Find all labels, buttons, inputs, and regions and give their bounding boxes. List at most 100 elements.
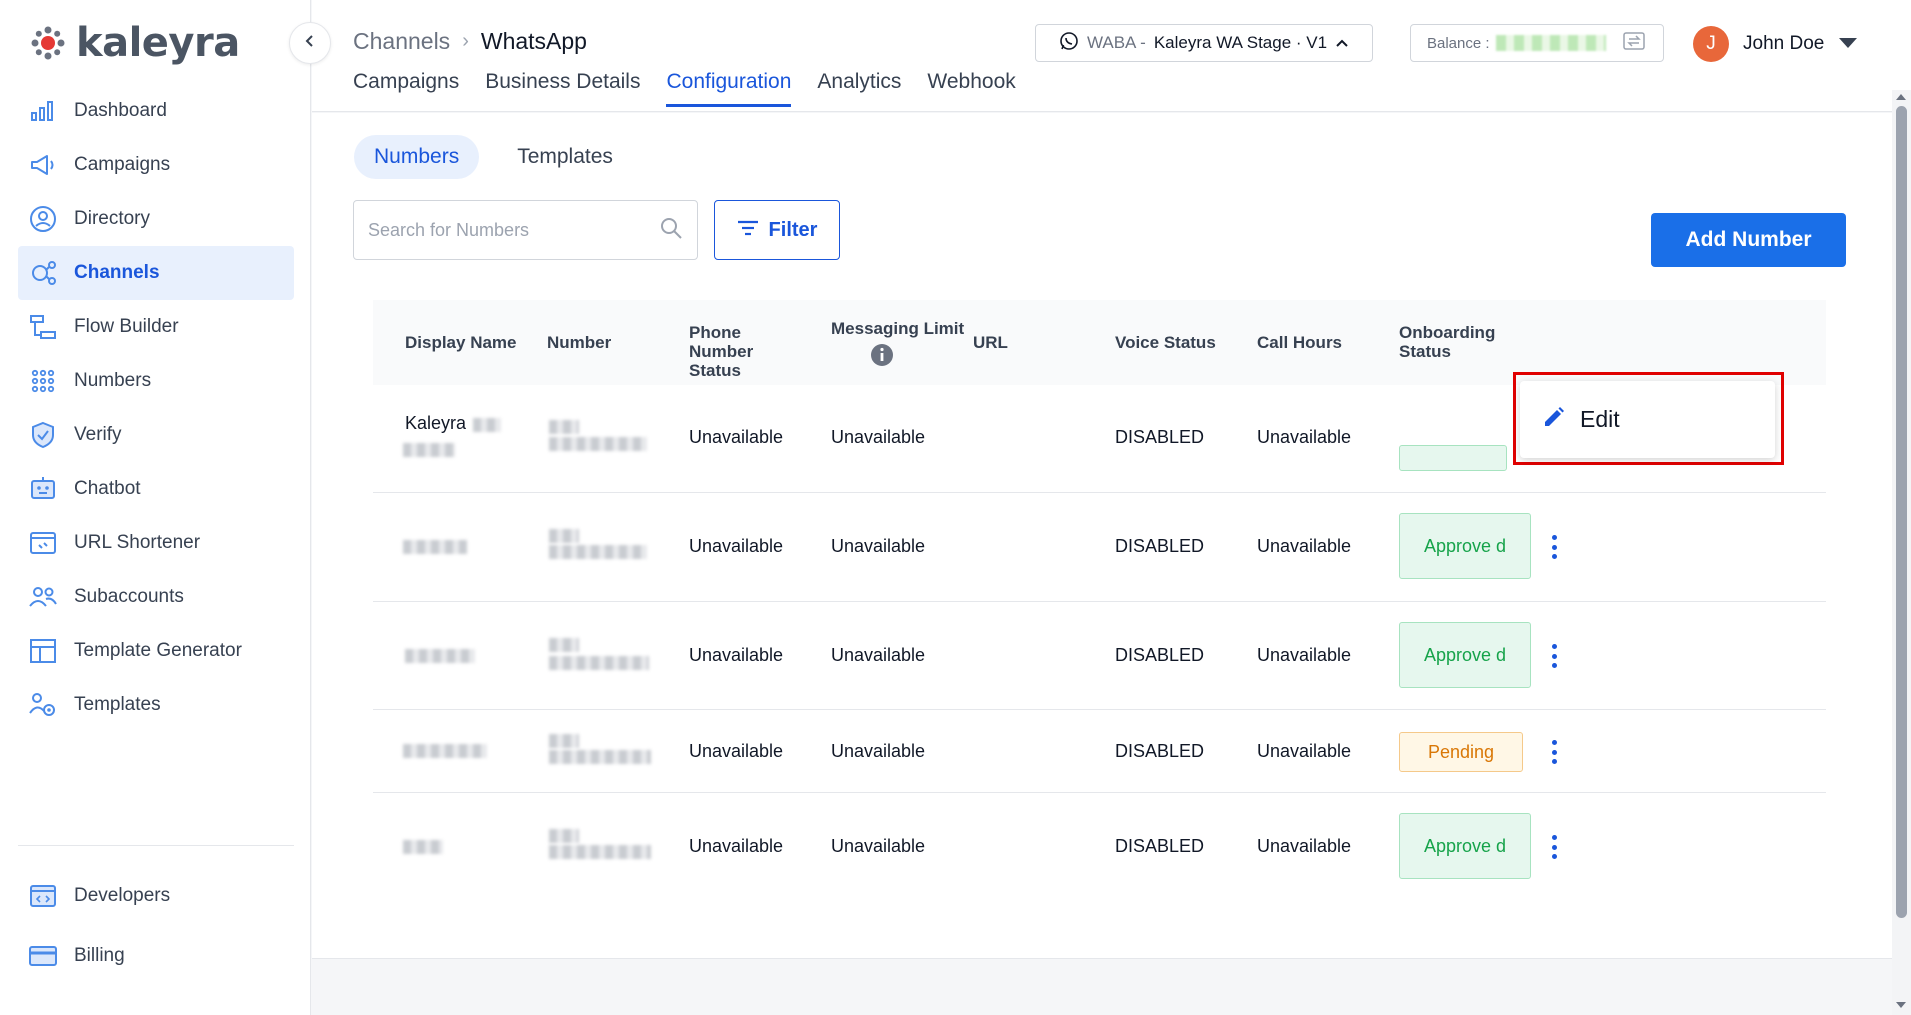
- number-redacted: [549, 750, 651, 764]
- scroll-up-icon[interactable]: [1896, 94, 1906, 100]
- number-redacted: [549, 829, 579, 843]
- chevron-right-icon: ›: [462, 30, 469, 52]
- user-menu[interactable]: J John Doe: [1693, 26, 1858, 62]
- sidebar-item-label: Numbers: [74, 370, 152, 391]
- phone-status: Unavailable: [689, 645, 784, 665]
- row-actions-kebab-icon[interactable]: [1544, 832, 1564, 862]
- display-name-redacted: [403, 540, 467, 554]
- tab-configuration[interactable]: Configuration: [666, 70, 792, 107]
- sidebar: kaleyra Dashboard Campaigns Directory Ch…: [0, 0, 311, 1015]
- template-settings-icon: [28, 690, 58, 720]
- tab-campaigns[interactable]: Campaigns: [353, 70, 459, 107]
- refresh-balance-icon[interactable]: [1622, 30, 1646, 56]
- top-header: Channels › WhatsApp Campaigns Business D…: [312, 0, 1911, 112]
- search-icon[interactable]: [659, 216, 683, 245]
- edit-menu-item[interactable]: Edit: [1580, 406, 1620, 433]
- voice-status: DISABLED: [1115, 536, 1205, 556]
- collapse-sidebar-button[interactable]: [289, 22, 331, 64]
- balance-value-redacted: [1495, 35, 1606, 51]
- waba-selector[interactable]: WABA - Kaleyra WA Stage · V1: [1035, 24, 1373, 62]
- row-actions-kebab-icon[interactable]: [1544, 641, 1564, 671]
- tab-business-details[interactable]: Business Details: [485, 70, 640, 107]
- add-number-button[interactable]: Add Number: [1651, 213, 1846, 267]
- sidebar-item-label: Developers: [74, 885, 171, 906]
- sidebar-item-label: URL Shortener: [74, 532, 201, 553]
- sidebar-item-dashboard[interactable]: Dashboard: [18, 84, 294, 138]
- scroll-down-icon[interactable]: [1896, 1002, 1906, 1008]
- sidebar-item-directory[interactable]: Directory: [18, 192, 294, 246]
- row-context-menu: Edit: [1520, 381, 1775, 458]
- search-input[interactable]: [368, 219, 648, 241]
- breadcrumb-current: WhatsApp: [480, 28, 587, 54]
- chevron-left-icon: [303, 34, 317, 53]
- link-icon: [28, 528, 58, 558]
- tab-analytics[interactable]: Analytics: [817, 70, 901, 107]
- column-header-phone-status: Phone Number Status: [689, 323, 754, 380]
- sidebar-item-label: Chatbot: [74, 478, 141, 499]
- filter-button[interactable]: Filter: [714, 200, 840, 260]
- sidebar-nav: Dashboard Campaigns Directory Channels F…: [18, 84, 294, 732]
- status-badge: Approve d: [1399, 622, 1531, 688]
- status-badge: Approve d: [1399, 813, 1531, 879]
- sidebar-item-flow-builder[interactable]: Flow Builder: [18, 300, 294, 354]
- row-actions-kebab-icon[interactable]: [1544, 532, 1564, 562]
- scrollbar-thumb[interactable]: [1896, 106, 1907, 918]
- messaging-limit: Unavailable: [831, 645, 926, 665]
- chevron-up-icon: [1335, 33, 1349, 53]
- sidebar-item-billing[interactable]: Billing: [18, 926, 294, 986]
- number-redacted: [549, 437, 647, 451]
- number-redacted: [549, 845, 651, 859]
- brand-logo[interactable]: kaleyra: [30, 20, 240, 66]
- sidebar-item-label: Campaigns: [74, 154, 171, 175]
- voice-status: DISABLED: [1115, 427, 1205, 447]
- footer-band: [312, 958, 1892, 1015]
- info-icon[interactable]: [870, 343, 894, 372]
- number-redacted: [549, 545, 647, 559]
- display-name: Kaleyra: [405, 413, 467, 433]
- row-actions-kebab-icon[interactable]: [1544, 737, 1564, 767]
- sidebar-bottom-nav: Developers Billing: [18, 845, 294, 986]
- call-hours: Unavailable: [1257, 536, 1352, 556]
- sidebar-item-campaigns[interactable]: Campaigns: [18, 138, 294, 192]
- call-hours: Unavailable: [1257, 836, 1352, 856]
- status-badge: Pending: [1399, 732, 1523, 772]
- sidebar-item-chatbot[interactable]: Chatbot: [18, 462, 294, 516]
- display-name-redacted: [403, 443, 455, 457]
- number-redacted: [549, 529, 579, 543]
- filter-icon: [737, 219, 759, 242]
- sidebar-item-channels[interactable]: Channels: [18, 246, 294, 300]
- voice-status: DISABLED: [1115, 741, 1205, 761]
- table-row: Unavailable Unavailable DISABLED Unavail…: [373, 493, 1826, 602]
- sidebar-item-subaccounts[interactable]: Subaccounts: [18, 570, 294, 624]
- column-header-display-name: Display Name: [405, 333, 517, 352]
- subtab-templates[interactable]: Templates: [497, 135, 633, 179]
- number-redacted: [549, 734, 579, 748]
- contact-icon: [28, 204, 58, 234]
- messaging-limit: Unavailable: [831, 427, 926, 447]
- column-header-onboarding-status: Onboarding Status: [1399, 323, 1496, 361]
- tab-webhook[interactable]: Webhook: [927, 70, 1015, 107]
- phone-status: Unavailable: [689, 427, 784, 447]
- sidebar-item-template-generator[interactable]: Template Generator: [18, 624, 294, 678]
- balance-label: Balance :: [1427, 34, 1490, 52]
- caret-down-icon: [1838, 33, 1858, 55]
- status-badge: Approve d: [1399, 513, 1531, 579]
- breadcrumb-channels-link[interactable]: Channels: [353, 28, 450, 55]
- sidebar-item-verify[interactable]: Verify: [18, 408, 294, 462]
- subtab-numbers[interactable]: Numbers: [354, 135, 480, 179]
- layout-icon: [28, 636, 58, 666]
- vertical-scrollbar[interactable]: [1892, 90, 1911, 1015]
- sidebar-item-numbers[interactable]: Numbers: [18, 354, 294, 408]
- code-icon: [28, 881, 58, 911]
- whatsapp-icon: [1059, 31, 1079, 56]
- call-hours: Unavailable: [1257, 645, 1352, 665]
- users-icon: [28, 582, 58, 612]
- sidebar-item-label: Flow Builder: [74, 316, 179, 337]
- bar-chart-icon: [28, 96, 58, 126]
- sidebar-item-templates[interactable]: Templates: [18, 678, 294, 732]
- sidebar-item-developers[interactable]: Developers: [18, 866, 294, 926]
- sidebar-item-label: Directory: [74, 208, 151, 229]
- sidebar-item-url-shortener[interactable]: URL Shortener: [18, 516, 294, 570]
- phone-status: Unavailable: [689, 741, 784, 761]
- sidebar-item-label: Dashboard: [74, 100, 167, 121]
